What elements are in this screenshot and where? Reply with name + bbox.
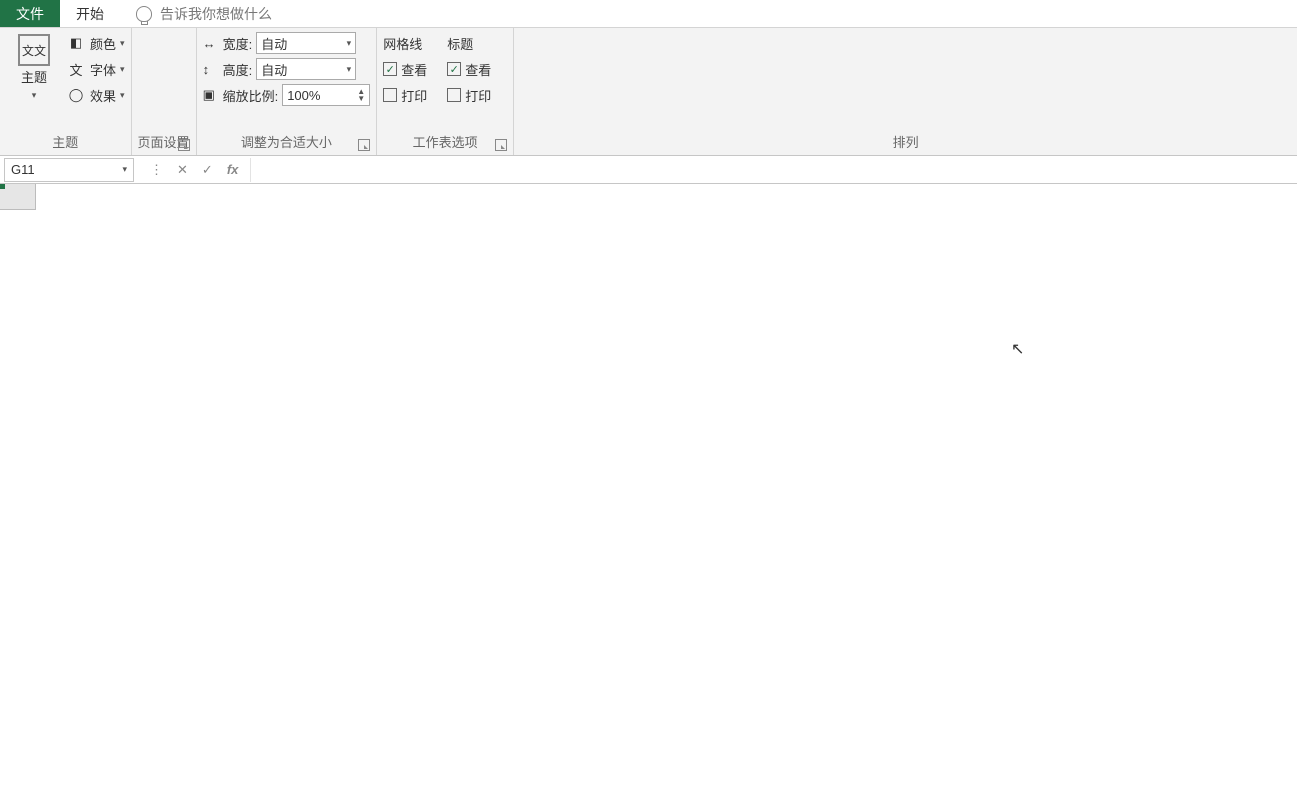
group-scale: ↔ 宽度:自动▾ ↕ 高度:自动▾ ▣缩放比例:100%▲▼ 调整为合适大小 (197, 28, 378, 155)
fx-icon[interactable]: fx (227, 162, 239, 178)
menu-tabs: 文件 开始 告诉我你想做什么 (0, 0, 1297, 28)
select-all-corner[interactable] (0, 184, 36, 210)
gridlines-print-check[interactable]: 打印 (383, 82, 443, 108)
headings-view-check[interactable]: ✓查看 (447, 56, 507, 82)
gridlines-view-check[interactable]: ✓查看 (383, 56, 443, 82)
ribbon: 文文 主题▾ ◧颜色 ▾ 文字体 ▾ ◯效果 ▾ 主题 页面设置 ↔ 宽度:自动▾… (0, 28, 1297, 156)
tab-file[interactable]: 文件 (0, 0, 60, 27)
group-arrange: 排列 (514, 28, 1297, 155)
width-label: 宽度: (223, 34, 253, 53)
width-icon: ↔ (203, 36, 219, 51)
tell-me-label: 告诉我你想做什么 (160, 4, 272, 24)
lightbulb-icon (136, 6, 152, 22)
scale-spinner[interactable]: 100%▲▼ (282, 84, 370, 106)
scale-label: 缩放比例: (223, 86, 279, 105)
group-arrange-label: 排列 (520, 130, 1291, 155)
gridlines-label: 网格线 (383, 30, 443, 56)
cursor-icon: ↖ (1011, 339, 1024, 359)
group-sheet-options-label: 工作表选项 (383, 130, 507, 155)
group-theme: 文文 主题▾ ◧颜色 ▾ 文字体 ▾ ◯效果 ▾ 主题 (0, 28, 132, 155)
scale-icon: ▣ (203, 87, 219, 103)
cancel-icon[interactable]: ✕ (177, 162, 188, 178)
formula-bar: G11▾ ⋮ ✕ ✓ fx (0, 156, 1297, 184)
theme-colors[interactable]: ◧颜色 ▾ (66, 30, 125, 56)
group-page-setup: 页面设置 (132, 28, 197, 155)
group-sheet-options: 网格线 ✓查看 打印 标题 ✓查看 打印 工作表选项 (377, 28, 514, 155)
formula-input[interactable] (250, 158, 1297, 182)
group-scale-label: 调整为合适大小 (203, 130, 371, 155)
tell-me[interactable]: 告诉我你想做什么 (120, 0, 272, 27)
spreadsheet-grid[interactable]: ↖ (0, 184, 1297, 804)
sheet-options-launcher[interactable] (495, 139, 507, 151)
group-page-setup-label: 页面设置 (138, 130, 190, 155)
effects-icon: ◯ (66, 85, 86, 105)
theme-effects[interactable]: ◯效果 ▾ (66, 82, 125, 108)
theme-fonts[interactable]: 文字体 ▾ (66, 56, 125, 82)
headings-print-check[interactable]: 打印 (447, 82, 507, 108)
name-box[interactable]: G11▾ (4, 158, 134, 182)
page-setup-launcher[interactable] (178, 139, 190, 151)
themes-button[interactable]: 文文 主题▾ (6, 30, 62, 105)
height-label: 高度: (223, 60, 253, 79)
dropdown-icon[interactable]: ⋮ (150, 162, 163, 178)
height-select[interactable]: 自动▾ (256, 58, 356, 80)
fonts-icon: 文 (66, 59, 86, 79)
scale-launcher[interactable] (358, 139, 370, 151)
group-theme-label: 主题 (6, 130, 125, 155)
headings-label: 标题 (447, 30, 507, 56)
colors-icon: ◧ (66, 33, 86, 53)
height-icon: ↕ (203, 62, 219, 77)
tab-0[interactable]: 开始 (60, 0, 120, 27)
width-select[interactable]: 自动▾ (256, 32, 356, 54)
enter-icon[interactable]: ✓ (202, 162, 213, 178)
